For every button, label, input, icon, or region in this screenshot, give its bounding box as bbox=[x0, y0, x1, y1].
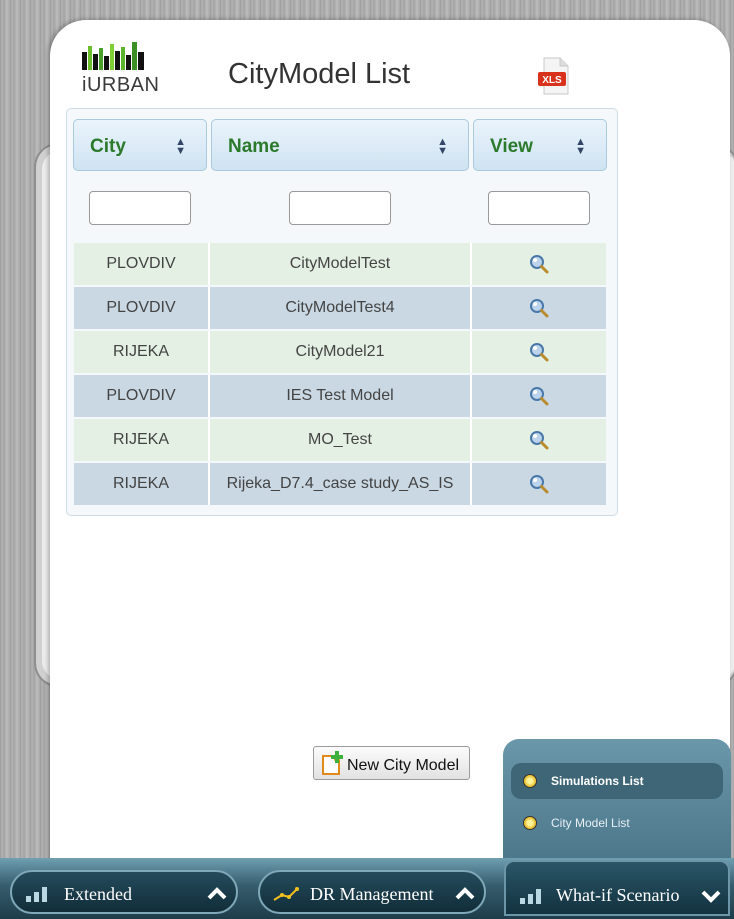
taskbar-dr-management-button[interactable]: DR Management bbox=[258, 870, 486, 914]
column-header-city[interactable]: City ▲ ▼ bbox=[73, 119, 207, 171]
new-city-model-label: New City Model bbox=[347, 757, 460, 774]
magnifier-icon[interactable] bbox=[529, 474, 549, 494]
what-if-scenario-menu: Simulations List City Model List bbox=[503, 739, 731, 864]
add-document-icon bbox=[322, 751, 343, 775]
signal-bars-icon bbox=[520, 889, 541, 904]
taskbar: Extended DR Management What-if Scenario bbox=[0, 858, 734, 919]
view-cell bbox=[472, 375, 606, 417]
city-filter-input[interactable] bbox=[89, 191, 191, 225]
bulb-icon bbox=[523, 816, 537, 830]
column-header-label: City bbox=[90, 136, 126, 157]
magnifier-icon[interactable] bbox=[529, 386, 549, 406]
menu-item-simulations-list[interactable]: Simulations List bbox=[511, 763, 723, 799]
taskbar-what-if-scenario-button[interactable]: What-if Scenario bbox=[504, 860, 730, 916]
view-filter-input[interactable] bbox=[488, 191, 590, 225]
iurban-logo: iURBAN bbox=[82, 42, 160, 96]
view-cell bbox=[472, 287, 606, 329]
page-title: CityModel List bbox=[228, 58, 411, 90]
name-cell: CityModelTest bbox=[210, 243, 472, 285]
magnifier-icon[interactable] bbox=[529, 298, 549, 318]
view-cell bbox=[472, 331, 606, 373]
magnifier-icon[interactable] bbox=[529, 430, 549, 450]
xls-export-icon[interactable]: XLS bbox=[536, 56, 572, 96]
name-cell: IES Test Model bbox=[210, 375, 472, 417]
menu-item-city-model-list[interactable]: City Model List bbox=[511, 805, 723, 841]
chevron-down-icon bbox=[701, 890, 721, 903]
taskbar-label: What-if Scenario bbox=[556, 885, 680, 905]
logo-text: iURBAN bbox=[82, 74, 160, 96]
table-row[interactable]: RIJEKA CityModel21 bbox=[74, 331, 606, 373]
magnifier-icon[interactable] bbox=[529, 254, 549, 274]
table-row[interactable]: PLOVDIV CityModelTest4 bbox=[74, 287, 606, 329]
trend-line-icon bbox=[273, 887, 299, 901]
name-cell: MO_Test bbox=[210, 419, 472, 461]
city-cell: RIJEKA bbox=[74, 463, 210, 505]
menu-item-label: Simulations List bbox=[551, 774, 644, 788]
chevron-up-icon bbox=[455, 887, 475, 900]
taskbar-label: Extended bbox=[64, 884, 132, 904]
city-cell: PLOVDIV bbox=[74, 287, 210, 329]
column-header-view[interactable]: View ▲ ▼ bbox=[473, 119, 607, 171]
city-cell: RIJEKA bbox=[74, 331, 210, 373]
name-cell: CityModel21 bbox=[210, 331, 472, 373]
citymodel-table: City ▲ ▼ Name ▲ ▼ View ▲ ▼ PLOVDIV CityMode… bbox=[66, 108, 618, 516]
table-row[interactable]: PLOVDIV CityModelTest bbox=[74, 243, 606, 285]
column-header-name[interactable]: Name ▲ ▼ bbox=[211, 119, 469, 171]
view-cell bbox=[472, 419, 606, 461]
city-cell: PLOVDIV bbox=[74, 243, 210, 285]
xls-label: XLS bbox=[542, 75, 562, 86]
taskbar-extended-button[interactable]: Extended bbox=[10, 870, 238, 914]
bulb-icon bbox=[523, 774, 537, 788]
view-cell bbox=[472, 243, 606, 285]
name-filter-input[interactable] bbox=[289, 191, 391, 225]
skyline-icon bbox=[82, 42, 144, 70]
column-header-label: Name bbox=[228, 136, 280, 157]
column-header-label: View bbox=[490, 136, 533, 157]
new-city-model-button[interactable]: New City Model bbox=[313, 746, 470, 780]
table-row[interactable]: RIJEKA MO_Test bbox=[74, 419, 606, 461]
city-cell: RIJEKA bbox=[74, 419, 210, 461]
magnifier-icon[interactable] bbox=[529, 342, 549, 362]
name-cell: Rijeka_D7.4_case study_AS_IS bbox=[210, 463, 472, 505]
view-cell bbox=[472, 463, 606, 505]
table-row[interactable]: RIJEKA Rijeka_D7.4_case study_AS_IS bbox=[74, 463, 606, 505]
city-cell: PLOVDIV bbox=[74, 375, 210, 417]
name-cell: CityModelTest4 bbox=[210, 287, 472, 329]
chevron-up-icon bbox=[207, 887, 227, 900]
signal-bars-icon bbox=[26, 887, 47, 902]
table-row[interactable]: PLOVDIV IES Test Model bbox=[74, 375, 606, 417]
taskbar-label: DR Management bbox=[310, 884, 434, 904]
menu-item-label: City Model List bbox=[551, 816, 630, 830]
sort-icon[interactable]: ▲ ▼ bbox=[175, 137, 186, 157]
sort-icon[interactable]: ▲ ▼ bbox=[437, 137, 448, 157]
sort-icon[interactable]: ▲ ▼ bbox=[575, 137, 586, 157]
